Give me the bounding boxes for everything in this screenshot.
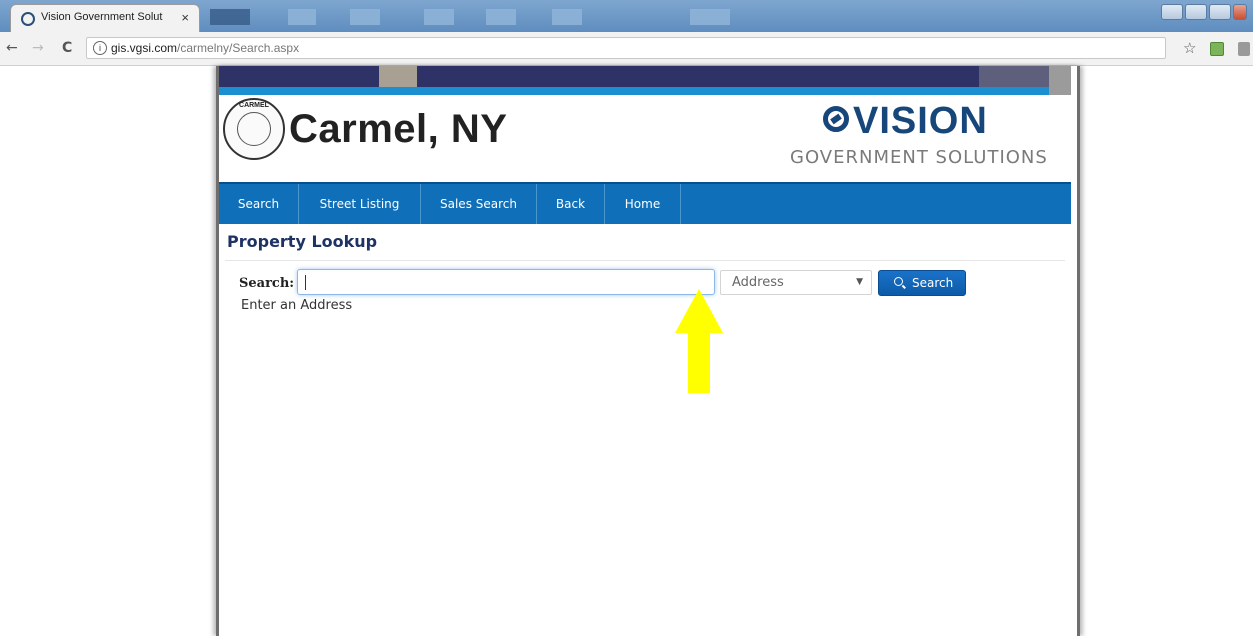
nav-back[interactable]: Back xyxy=(537,184,605,224)
tab-title: Vision Government Solut xyxy=(41,11,163,23)
banner-block xyxy=(1049,66,1071,87)
browser-tabstrip: Vision Government Solut × xyxy=(0,0,1253,32)
tab-close-icon[interactable]: × xyxy=(181,10,189,25)
search-type-value: Address xyxy=(732,275,784,290)
taskbar-thumbnail xyxy=(486,9,516,25)
magnifier-icon xyxy=(894,277,903,286)
banner-block xyxy=(379,66,417,87)
nav-search[interactable]: Search xyxy=(219,184,299,224)
search-button[interactable]: Search xyxy=(878,270,966,296)
seal-text: CARMEL xyxy=(239,102,269,109)
window-controls xyxy=(1159,4,1247,22)
nav-sales-search[interactable]: Sales Search xyxy=(421,184,537,224)
forward-arrow-icon[interactable]: → xyxy=(32,40,44,56)
extension-icon[interactable] xyxy=(1210,42,1224,56)
divider xyxy=(225,260,1065,261)
text-caret xyxy=(305,275,306,290)
search-hint: Enter an Address xyxy=(241,298,353,313)
page-viewport: CARMEL Carmel, NY VISION GOVERNMENT SOLU… xyxy=(0,66,1253,636)
site-header: CARMEL Carmel, NY VISION GOVERNMENT SOLU… xyxy=(219,95,1071,182)
seal-inner xyxy=(237,112,271,146)
search-label: Search: xyxy=(239,276,295,291)
user-icon[interactable] xyxy=(1161,4,1183,20)
search-input[interactable] xyxy=(297,269,715,295)
chevron-down-icon: ▼ xyxy=(856,277,863,287)
bookmark-star-icon[interactable]: ☆ xyxy=(1183,39,1196,57)
browser-tab[interactable]: Vision Government Solut × xyxy=(10,4,200,32)
address-bar[interactable]: i gis.vgsi.com/carmelny/Search.aspx xyxy=(86,37,1166,59)
arrow-up-icon xyxy=(675,289,723,393)
vision-favicon-icon xyxy=(21,12,35,26)
search-button-label: Search xyxy=(912,276,954,290)
taskbar-thumbnail xyxy=(552,9,582,25)
town-name: Carmel, NY xyxy=(289,107,508,151)
taskbar-thumbnail xyxy=(690,9,730,25)
url-host: gis.vgsi.com xyxy=(111,41,178,55)
nav-home[interactable]: Home xyxy=(605,184,681,224)
town-seal-logo: CARMEL xyxy=(223,98,285,160)
search-type-select[interactable]: Address ▼ xyxy=(720,270,872,295)
reload-icon[interactable]: C xyxy=(62,40,72,56)
banner-stripe xyxy=(219,87,1071,95)
main-nav: Search Street Listing Sales Search Back … xyxy=(219,182,1071,224)
stripe-block xyxy=(1049,87,1071,95)
address-url: gis.vgsi.com/carmelny/Search.aspx xyxy=(111,41,299,55)
top-banner xyxy=(219,66,1071,87)
page-container: CARMEL Carmel, NY VISION GOVERNMENT SOLU… xyxy=(216,66,1080,636)
taskbar-thumbnail xyxy=(288,9,316,25)
back-arrow-icon[interactable]: ← xyxy=(6,40,18,56)
section-title: Property Lookup xyxy=(227,232,378,251)
extension-icon[interactable] xyxy=(1238,42,1250,56)
info-icon[interactable]: i xyxy=(93,41,107,55)
taskbar-thumbnail xyxy=(210,9,250,25)
taskbar-thumbnail xyxy=(350,9,380,25)
browser-toolbar: ← → C i gis.vgsi.com/carmelny/Search.asp… xyxy=(0,32,1253,66)
taskbar-thumbnail xyxy=(424,9,454,25)
minimize-icon[interactable] xyxy=(1185,4,1207,20)
vision-subtitle: GOVERNMENT SOLUTIONS xyxy=(790,147,1048,168)
url-path: /carmelny/Search.aspx xyxy=(177,41,300,55)
banner-block xyxy=(979,66,1049,87)
vision-ring-icon xyxy=(823,106,849,132)
vision-logo: VISION GOVERNMENT SOLUTIONS xyxy=(787,100,1057,170)
vision-name: VISION xyxy=(853,100,988,142)
window-close-icon[interactable] xyxy=(1233,4,1247,20)
nav-street-listing[interactable]: Street Listing xyxy=(299,184,421,224)
maximize-icon[interactable] xyxy=(1209,4,1231,20)
